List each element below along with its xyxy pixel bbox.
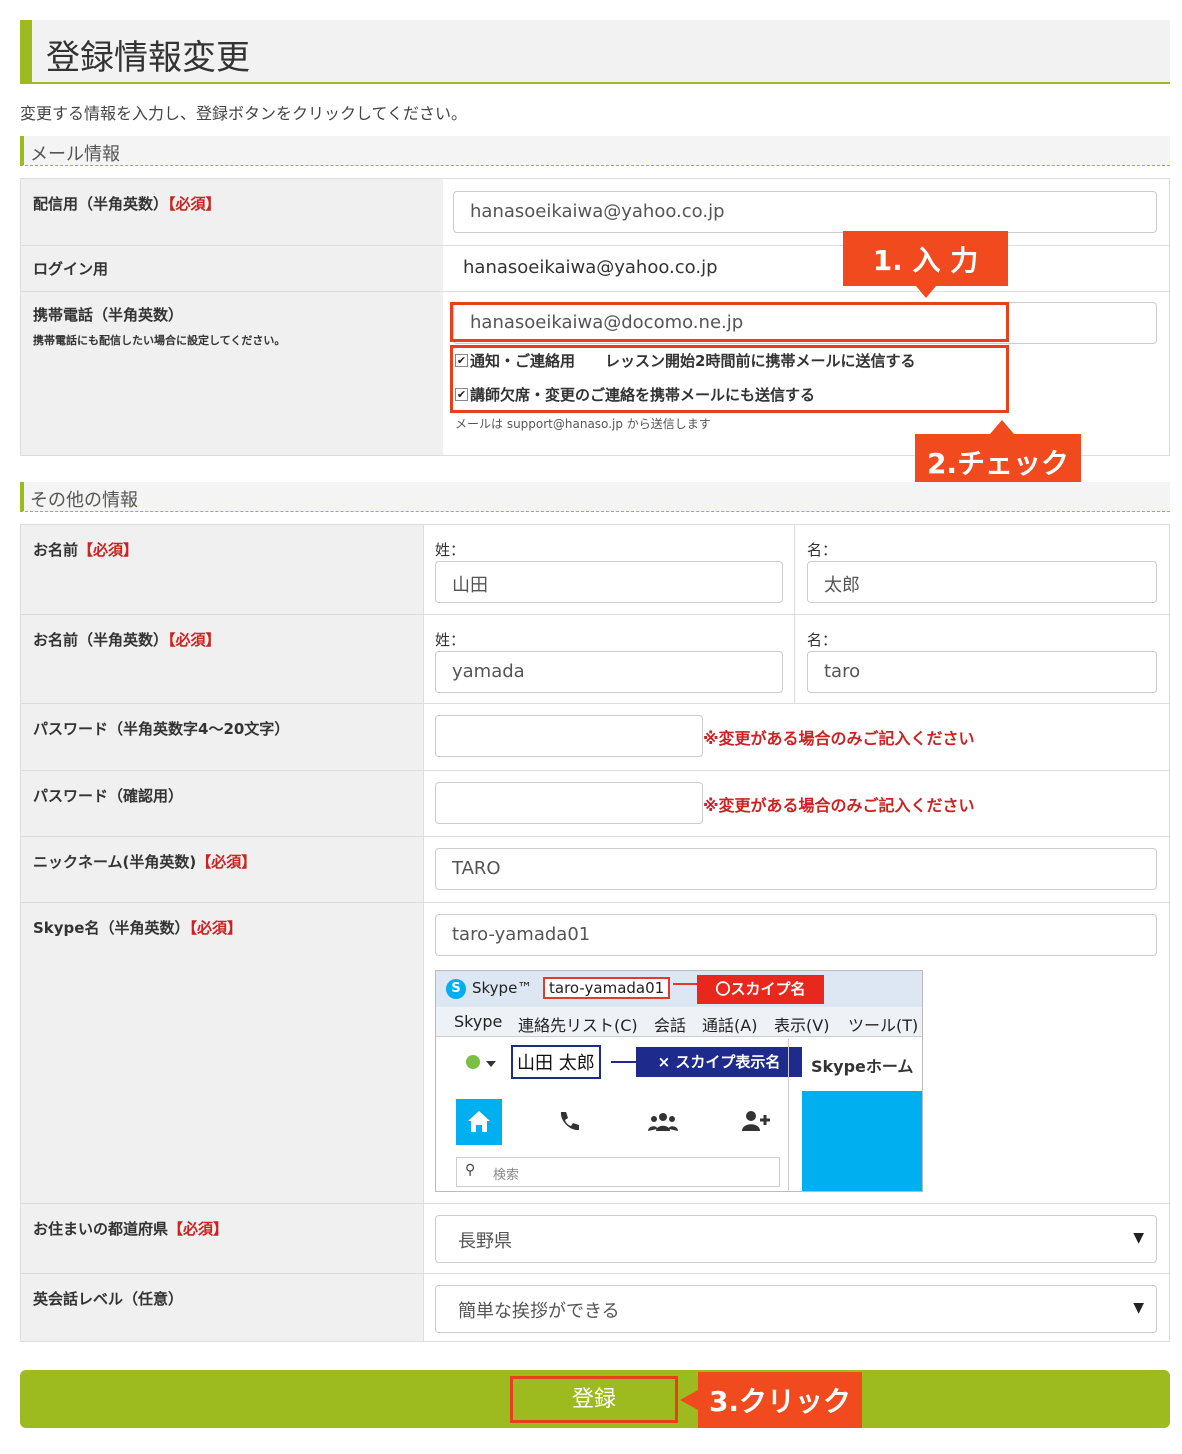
prefecture-select[interactable]: 長野県 ▼ bbox=[435, 1215, 1157, 1263]
label-prefecture: お住まいの都道府県 bbox=[33, 1220, 169, 1238]
required-badge: 【必須】 bbox=[78, 541, 139, 559]
callout-step3-arrow bbox=[680, 1390, 698, 1410]
section-mail: メール情報 bbox=[20, 136, 1170, 166]
row-name-roman: お名前（半角英数）【必須】 姓： yamada 名： taro bbox=[21, 614, 1169, 703]
label-level: 英会話レベル（任意） bbox=[33, 1290, 184, 1308]
submit-button[interactable]: 登録 bbox=[510, 1376, 678, 1423]
callout-step1: 1. 入 力 bbox=[843, 231, 1008, 286]
mei-roman-label: 名： bbox=[807, 631, 838, 649]
row-password: パスワード（半角英数字4～20文字） ※変更がある場合のみご記入ください bbox=[21, 703, 1169, 770]
add-contact-icon bbox=[740, 1109, 772, 1137]
other-table: お名前【必須】 姓： 山田 名： 太郎 お名前（半角英数）【必須】 姓： yam… bbox=[20, 524, 1170, 1342]
chevron-down-icon: ▼ bbox=[1133, 1300, 1144, 1316]
mei-input[interactable]: 太郎 bbox=[807, 561, 1157, 603]
row-level: 英会話レベル（任意） 簡単な挨拶ができる ▼ bbox=[21, 1273, 1169, 1341]
skype-input[interactable]: taro-yamada01 bbox=[435, 914, 1157, 956]
highlight-mobile-input bbox=[450, 302, 1009, 342]
skype-titlebar: S Skype™ taro-yamada01 〇スカイプ名 bbox=[436, 971, 922, 1007]
level-value: 簡単な挨拶ができる bbox=[458, 1301, 620, 1322]
required-badge: 【必須】 bbox=[168, 195, 221, 213]
required-badge: 【必須】 bbox=[196, 853, 257, 871]
section-mail-title: メール情報 bbox=[30, 144, 120, 165]
skype-menu-item: 会話 bbox=[654, 1016, 687, 1035]
mei-roman-input[interactable]: taro bbox=[807, 651, 1157, 693]
group-icon bbox=[648, 1111, 678, 1137]
mei-label: 名： bbox=[807, 541, 838, 559]
skype-display-name-ng-label: × スカイプ表示名 bbox=[636, 1047, 802, 1077]
skype-display-name: 山田 太郎 bbox=[511, 1045, 601, 1079]
skype-menu-item: ツール(T) bbox=[848, 1016, 919, 1035]
skype-username: taro-yamada01 bbox=[543, 977, 671, 999]
label-mobile: 携帯電話（半角英数） bbox=[33, 306, 184, 324]
label-delivery: 配信用（半角英数） bbox=[33, 195, 169, 213]
label-login: ログイン用 bbox=[33, 260, 109, 278]
password-note: ※変更がある場合のみご記入ください bbox=[703, 729, 975, 748]
row-password-confirm: パスワード（確認用） ※変更がある場合のみご記入ください bbox=[21, 770, 1169, 836]
skype-home-panel bbox=[802, 1091, 922, 1191]
required-badge: 【必須】 bbox=[168, 631, 221, 649]
row-name: お名前【必須】 姓： 山田 名： 太郎 bbox=[21, 525, 1169, 614]
label-skype: Skype名（半角英数） bbox=[33, 919, 190, 937]
password-confirm-note: ※変更がある場合のみご記入ください bbox=[703, 796, 975, 815]
login-email-value: hanasoeikaiwa@yahoo.co.jp bbox=[463, 257, 718, 278]
skype-window-illustration: S Skype™ taro-yamada01 〇スカイプ名 Skype 連絡先リ… bbox=[435, 970, 923, 1192]
home-icon bbox=[456, 1099, 502, 1145]
nickname-input[interactable]: TARO bbox=[435, 848, 1157, 890]
search-icon: ⚲ bbox=[465, 1162, 476, 1178]
skype-app-name: Skype™ bbox=[472, 979, 533, 997]
intro-text: 変更する情報を入力し、登録ボタンをクリックしてください。 bbox=[20, 104, 468, 123]
skype-search-placeholder: 検索 bbox=[493, 1168, 520, 1183]
mail-sender-note: メールは support@hanaso.jp から送信します bbox=[455, 417, 711, 431]
skype-name-ok-label: 〇スカイプ名 bbox=[697, 975, 824, 1004]
skype-search-input: ⚲ 検索 bbox=[456, 1157, 780, 1187]
label-password-confirm: パスワード（確認用） bbox=[33, 787, 184, 805]
password-confirm-input[interactable] bbox=[435, 782, 703, 824]
skype-menu-item: Skype bbox=[454, 1012, 503, 1031]
row-prefecture: お住まいの都道府県【必須】 長野県 ▼ bbox=[21, 1203, 1169, 1273]
level-select[interactable]: 簡単な挨拶ができる ▼ bbox=[435, 1285, 1157, 1333]
highlight-checkboxes bbox=[450, 345, 1009, 413]
prefecture-value: 長野県 bbox=[458, 1231, 512, 1252]
callout-step2-arrow bbox=[990, 420, 1014, 434]
label-nickname: ニックネーム(半角英数) bbox=[33, 853, 197, 871]
chevron-down-icon: ▼ bbox=[1133, 1230, 1144, 1246]
phone-icon bbox=[556, 1109, 582, 1139]
skype-menu-item: 表示(V) bbox=[774, 1016, 830, 1035]
label-password: パスワード（半角英数字4～20文字） bbox=[33, 720, 290, 738]
skype-home-label: Skypeホーム bbox=[811, 1057, 914, 1076]
row-nickname: ニックネーム(半角英数)【必須】 TARO bbox=[21, 836, 1169, 902]
required-badge: 【必須】 bbox=[189, 919, 242, 937]
callout-step3: 3.クリック bbox=[698, 1372, 862, 1428]
sei-label: 姓： bbox=[435, 541, 466, 559]
sei-input[interactable]: 山田 bbox=[435, 561, 783, 603]
mobile-hint: 携帯電話にも配信したい場合に設定してください。 bbox=[33, 334, 286, 347]
skype-logo-icon: S bbox=[446, 979, 466, 999]
skype-menu-item: 連絡先リスト(C) bbox=[518, 1016, 638, 1035]
page-title-text: 登録情報変更 bbox=[46, 38, 250, 78]
password-input[interactable] bbox=[435, 715, 703, 757]
section-other: その他の情報 bbox=[20, 482, 1170, 512]
required-badge: 【必須】 bbox=[168, 1220, 229, 1238]
skype-menubar: Skype 連絡先リスト(C) 会話 通話(A) 表示(V) ツール(T) bbox=[436, 1007, 922, 1037]
sei-roman-input[interactable]: yamada bbox=[435, 651, 783, 693]
label-name: お名前 bbox=[33, 541, 79, 559]
chevron-down-icon bbox=[486, 1061, 496, 1067]
callout-step1-arrow bbox=[916, 286, 936, 298]
delivery-email-input[interactable]: hanasoeikaiwa@yahoo.co.jp bbox=[453, 191, 1157, 233]
status-icon bbox=[466, 1055, 480, 1069]
skype-menu-item: 通話(A) bbox=[702, 1016, 758, 1035]
section-other-title: その他の情報 bbox=[30, 490, 138, 511]
sei-roman-label: 姓： bbox=[435, 631, 466, 649]
page-title: 登録情報変更 bbox=[20, 20, 1170, 84]
label-name-roman: お名前（半角英数） bbox=[33, 631, 169, 649]
